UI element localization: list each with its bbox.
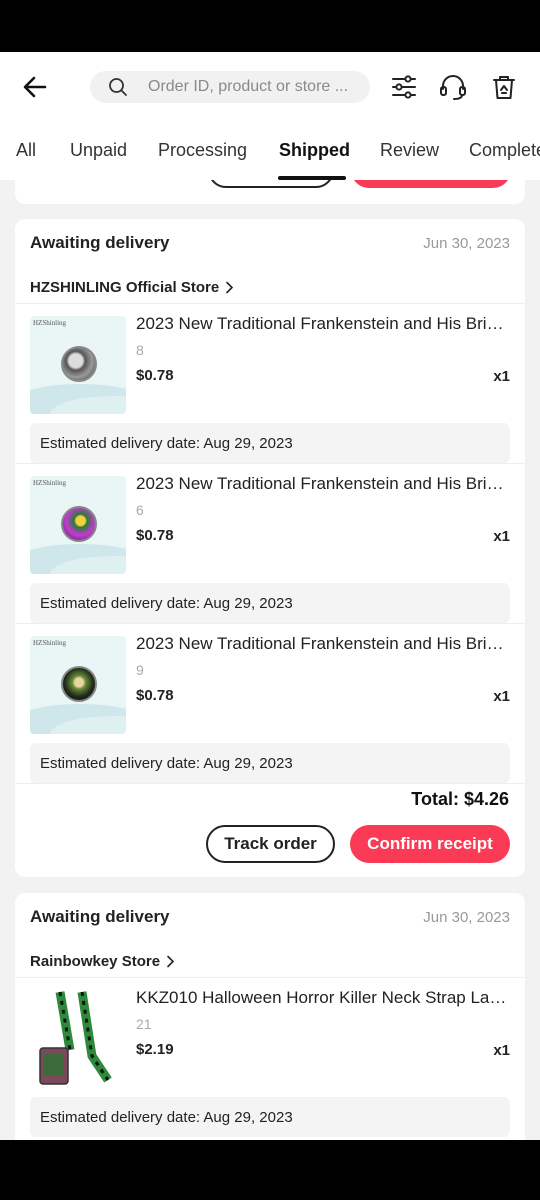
- customer-service-headset-icon: [440, 75, 466, 100]
- product-title: 2023 New Traditional Frankenstein and Hi…: [136, 314, 512, 333]
- product-image: HZShinling: [30, 476, 126, 574]
- lanyard-image: [39, 991, 112, 1085]
- system-navigation-bar: [0, 1140, 540, 1200]
- back-button[interactable]: [18, 70, 52, 104]
- product-image: HZShinling: [30, 636, 126, 734]
- search-bar[interactable]: [90, 71, 370, 103]
- product-price: $0.78: [136, 687, 174, 704]
- product-price: $0.78: [136, 367, 174, 384]
- search-icon: [108, 77, 128, 97]
- previous-track-button[interactable]: [208, 180, 334, 188]
- product-price: $0.78: [136, 527, 174, 544]
- tab-unpaid[interactable]: Unpaid: [70, 140, 127, 161]
- order-card: Awaiting delivery Jun 30, 2023 Rainbowke…: [15, 893, 525, 1140]
- product-quantity: x1: [493, 528, 510, 545]
- chevron-right-icon: [166, 955, 175, 968]
- order-status: Awaiting delivery: [30, 233, 170, 252]
- order-card: Awaiting delivery Jun 30, 2023 HZSHINLIN…: [15, 219, 525, 877]
- product-quantity: x1: [493, 688, 510, 705]
- tab-complete[interactable]: Complete: [469, 140, 540, 161]
- delete-button[interactable]: [489, 72, 519, 102]
- product-variant: 21: [136, 1016, 152, 1032]
- order-item[interactable]: HZShinling 2023 New Traditional Frankens…: [15, 304, 525, 464]
- estimated-delivery: Estimated delivery date: Aug 29, 2023: [30, 743, 510, 783]
- order-item[interactable]: HZShinling 2023 New Traditional Frankens…: [15, 624, 525, 784]
- store-name: Rainbowkey Store: [30, 952, 161, 970]
- store-link[interactable]: HZSHINLING Official Store: [30, 277, 234, 297]
- product-variant: 6: [136, 502, 144, 518]
- tab-shipped[interactable]: Shipped: [279, 140, 350, 161]
- track-order-button[interactable]: Track order: [206, 825, 335, 863]
- product-title: KKZ010 Halloween Horror Killer Neck Stra…: [136, 988, 512, 1007]
- back-arrow-icon: [23, 76, 47, 98]
- previous-order-card: [15, 180, 525, 204]
- order-date: Jun 30, 2023: [423, 909, 510, 926]
- estimated-delivery: Estimated delivery date: Aug 29, 2023: [30, 423, 510, 463]
- enamel-pin-image: [61, 346, 97, 382]
- order-item[interactable]: KKZ010 Halloween Horror Killer Neck Stra…: [15, 978, 525, 1138]
- product-brand-mark: HZShinling: [33, 319, 67, 327]
- store-name: HZSHINLING Official Store: [30, 278, 220, 296]
- previous-confirm-button[interactable]: [351, 180, 511, 188]
- filter-sliders-icon: [392, 75, 416, 99]
- product-title: 2023 New Traditional Frankenstein and Hi…: [136, 634, 512, 653]
- enamel-pin-image: [61, 506, 97, 542]
- order-item[interactable]: HZShinling 2023 New Traditional Frankens…: [15, 464, 525, 624]
- order-status: Awaiting delivery: [30, 907, 170, 926]
- enamel-pin-image: [61, 666, 97, 702]
- order-status-tabs: All Unpaid Processing Shipped Review Com…: [0, 122, 540, 180]
- store-link[interactable]: Rainbowkey Store: [30, 951, 175, 971]
- estimated-delivery: Estimated delivery date: Aug 29, 2023: [30, 1097, 510, 1137]
- order-date: Jun 30, 2023: [423, 235, 510, 252]
- product-image: [30, 990, 126, 1088]
- trash-icon: [493, 76, 515, 99]
- product-quantity: x1: [493, 1042, 510, 1059]
- chevron-right-icon: [225, 281, 234, 294]
- product-brand-mark: HZShinling: [33, 639, 67, 647]
- product-quantity: x1: [493, 368, 510, 385]
- order-total: Total: $4.26: [411, 789, 509, 809]
- confirm-receipt-button[interactable]: Confirm receipt: [350, 825, 510, 863]
- product-variant: 8: [136, 342, 144, 358]
- product-brand-mark: HZShinling: [33, 479, 67, 487]
- top-header: [0, 52, 540, 122]
- product-price: $2.19: [136, 1041, 174, 1058]
- customer-service-button[interactable]: [438, 72, 468, 102]
- divider: [15, 783, 525, 784]
- estimated-delivery: Estimated delivery date: Aug 29, 2023: [30, 583, 510, 623]
- filter-button[interactable]: [389, 72, 419, 102]
- product-image: HZShinling: [30, 316, 126, 414]
- tab-all[interactable]: All: [16, 140, 36, 161]
- tab-processing[interactable]: Processing: [158, 140, 247, 161]
- tab-review[interactable]: Review: [380, 140, 439, 161]
- product-variant: 9: [136, 662, 144, 678]
- product-title: 2023 New Traditional Frankenstein and Hi…: [136, 474, 512, 493]
- status-bar: [0, 0, 540, 52]
- orders-list[interactable]: Awaiting delivery Jun 30, 2023 HZSHINLIN…: [0, 180, 540, 1140]
- search-input[interactable]: [148, 78, 348, 96]
